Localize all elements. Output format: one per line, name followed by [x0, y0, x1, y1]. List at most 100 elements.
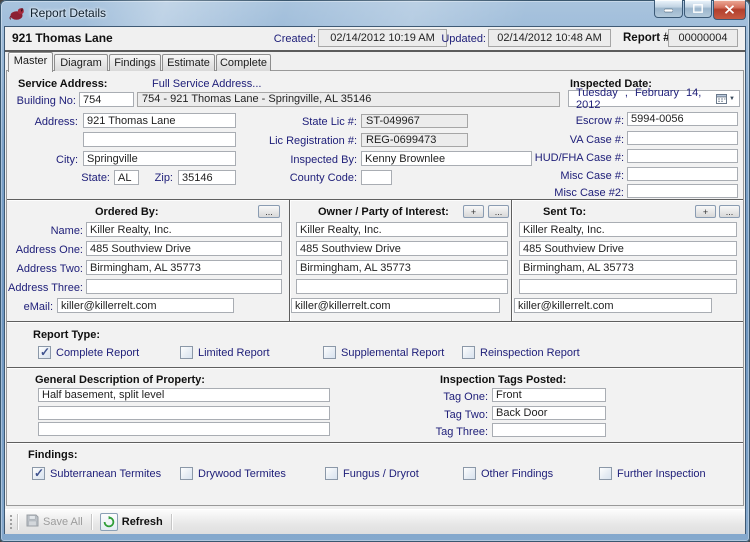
sent-to-email-input[interactable] [514, 298, 712, 313]
tab-findings[interactable]: Findings [109, 54, 161, 71]
further-inspection-option: Further Inspection [599, 467, 706, 480]
tab-estimate[interactable]: Estimate [162, 54, 215, 71]
city-input[interactable] [83, 151, 236, 166]
address-label: Address: [34, 116, 78, 128]
complete-report-checkbox[interactable] [38, 345, 51, 359]
general-description-heading: General Description of Property: [35, 374, 205, 386]
description-line3-input[interactable] [38, 422, 330, 436]
sent-to-address-three-input[interactable] [519, 279, 737, 294]
close-button[interactable] [713, 0, 746, 20]
limited-report-checkbox[interactable] [180, 346, 193, 359]
owner-add-button[interactable]: + [463, 205, 484, 218]
maximize-button[interactable] [684, 0, 712, 18]
ordered-by-address-two-label: Address Two: [16, 263, 83, 275]
owner-name-input[interactable] [296, 222, 508, 237]
ordered-by-email-input[interactable] [57, 298, 234, 313]
address-line2-input[interactable] [83, 132, 236, 147]
misc-case-input[interactable] [627, 167, 738, 181]
subterranean-termites-checkbox[interactable] [32, 466, 45, 480]
section-divider [7, 367, 743, 368]
supplemental-report-option: Supplemental Report [323, 346, 444, 359]
ordered-by-name-input[interactable] [86, 222, 282, 237]
sent-to-name-input[interactable] [519, 222, 737, 237]
tag-one-input[interactable] [492, 388, 606, 402]
supplemental-report-checkbox[interactable] [323, 346, 336, 359]
drywood-termites-label[interactable]: Drywood Termites [198, 468, 286, 480]
state-lic-value: ST-049967 [361, 114, 468, 128]
inspected-date-picker[interactable]: Tuesday , February 14, 2012 ▼ [568, 87, 740, 111]
description-line1-input[interactable] [38, 388, 330, 402]
owner-address-two-input[interactable] [296, 260, 508, 275]
tag-three-input[interactable] [492, 423, 606, 437]
subterranean-termites-option: Subterranean Termites [32, 466, 161, 480]
county-code-label: County Code: [289, 172, 357, 184]
owner-ellipsis-button[interactable]: ... [488, 205, 509, 218]
city-label: City: [56, 154, 78, 166]
ordered-by-address-one-label: Address One: [15, 244, 83, 256]
sent-to-address-two-input[interactable] [519, 260, 737, 275]
reinspection-report-checkbox[interactable] [462, 346, 475, 359]
address-line1-input[interactable] [83, 113, 236, 128]
minimize-button[interactable] [654, 0, 683, 18]
dropdown-arrow-icon: ▼ [729, 95, 735, 102]
tag-two-input[interactable] [492, 406, 606, 420]
zip-input[interactable] [178, 170, 236, 185]
calendar-icon[interactable]: ▼ [716, 93, 739, 104]
ordered-by-address-one-input[interactable] [86, 241, 282, 256]
zip-label: Zip: [154, 172, 173, 184]
complete-report-label[interactable]: Complete Report [56, 347, 139, 359]
va-case-input[interactable] [627, 131, 738, 145]
further-inspection-label[interactable]: Further Inspection [617, 468, 706, 480]
misc-case2-input[interactable] [627, 184, 738, 198]
owner-address-one-input[interactable] [296, 241, 508, 256]
other-findings-label[interactable]: Other Findings [481, 468, 553, 480]
escrow-input[interactable] [627, 112, 738, 126]
reinspection-report-label[interactable]: Reinspection Report [480, 347, 580, 359]
lic-registration-value: REG-0699473 [361, 133, 468, 147]
window-title: Report Details [30, 6, 107, 20]
created-value: 02/14/2012 10:19 AM [318, 29, 447, 47]
building-no-input[interactable] [79, 92, 134, 107]
tag-two-label: Tag Two: [444, 409, 488, 421]
subterranean-termites-label[interactable]: Subterranean Termites [50, 468, 161, 480]
report-number-label: Report # [623, 32, 670, 44]
owner-email-input[interactable] [291, 298, 500, 313]
other-findings-option: Other Findings [463, 467, 553, 480]
refresh-icon [99, 513, 118, 531]
further-inspection-checkbox[interactable] [599, 467, 612, 480]
supplemental-report-label[interactable]: Supplemental Report [341, 347, 444, 359]
section-divider [7, 321, 743, 322]
ordered-by-address-three-input[interactable] [86, 279, 282, 294]
county-code-input[interactable] [361, 170, 392, 185]
sent-to-add-button[interactable]: + [695, 205, 716, 218]
sent-to-ellipsis-button[interactable]: ... [719, 205, 740, 218]
full-service-address-link[interactable]: Full Service Address... [152, 78, 261, 90]
tab-diagram[interactable]: Diagram [54, 54, 108, 71]
ordered-by-address-two-input[interactable] [86, 260, 282, 275]
limited-report-label[interactable]: Limited Report [198, 347, 270, 359]
drywood-termites-checkbox[interactable] [180, 467, 193, 480]
refresh-button[interactable]: Refresh [96, 512, 167, 532]
owner-address-three-input[interactable] [296, 279, 508, 294]
tag-one-label: Tag One: [443, 391, 488, 403]
section-divider [7, 199, 743, 200]
state-label: State: [81, 172, 110, 184]
drywood-termites-option: Drywood Termites [180, 467, 286, 480]
description-line2-input[interactable] [38, 406, 330, 420]
ordered-by-ellipsis-button[interactable]: ... [258, 205, 280, 218]
sent-to-address-one-input[interactable] [519, 241, 737, 256]
tab-master[interactable]: Master [8, 52, 53, 72]
ordered-by-email-label: eMail: [23, 301, 53, 313]
tag-three-label: Tag Three: [435, 426, 488, 438]
fungus-dryrot-label[interactable]: Fungus / Dryrot [343, 468, 419, 480]
findings-heading: Findings: [28, 449, 78, 461]
other-findings-checkbox[interactable] [463, 467, 476, 480]
fungus-dryrot-checkbox[interactable] [325, 467, 338, 480]
save-all-button[interactable]: Save All [22, 512, 87, 532]
inspection-tags-heading: Inspection Tags Posted: [440, 374, 567, 386]
section-divider [7, 442, 743, 443]
tab-complete[interactable]: Complete [216, 54, 271, 71]
report-type-heading: Report Type: [33, 329, 101, 341]
hud-fha-case-input[interactable] [627, 149, 738, 163]
toolbar-grip[interactable] [9, 514, 13, 530]
